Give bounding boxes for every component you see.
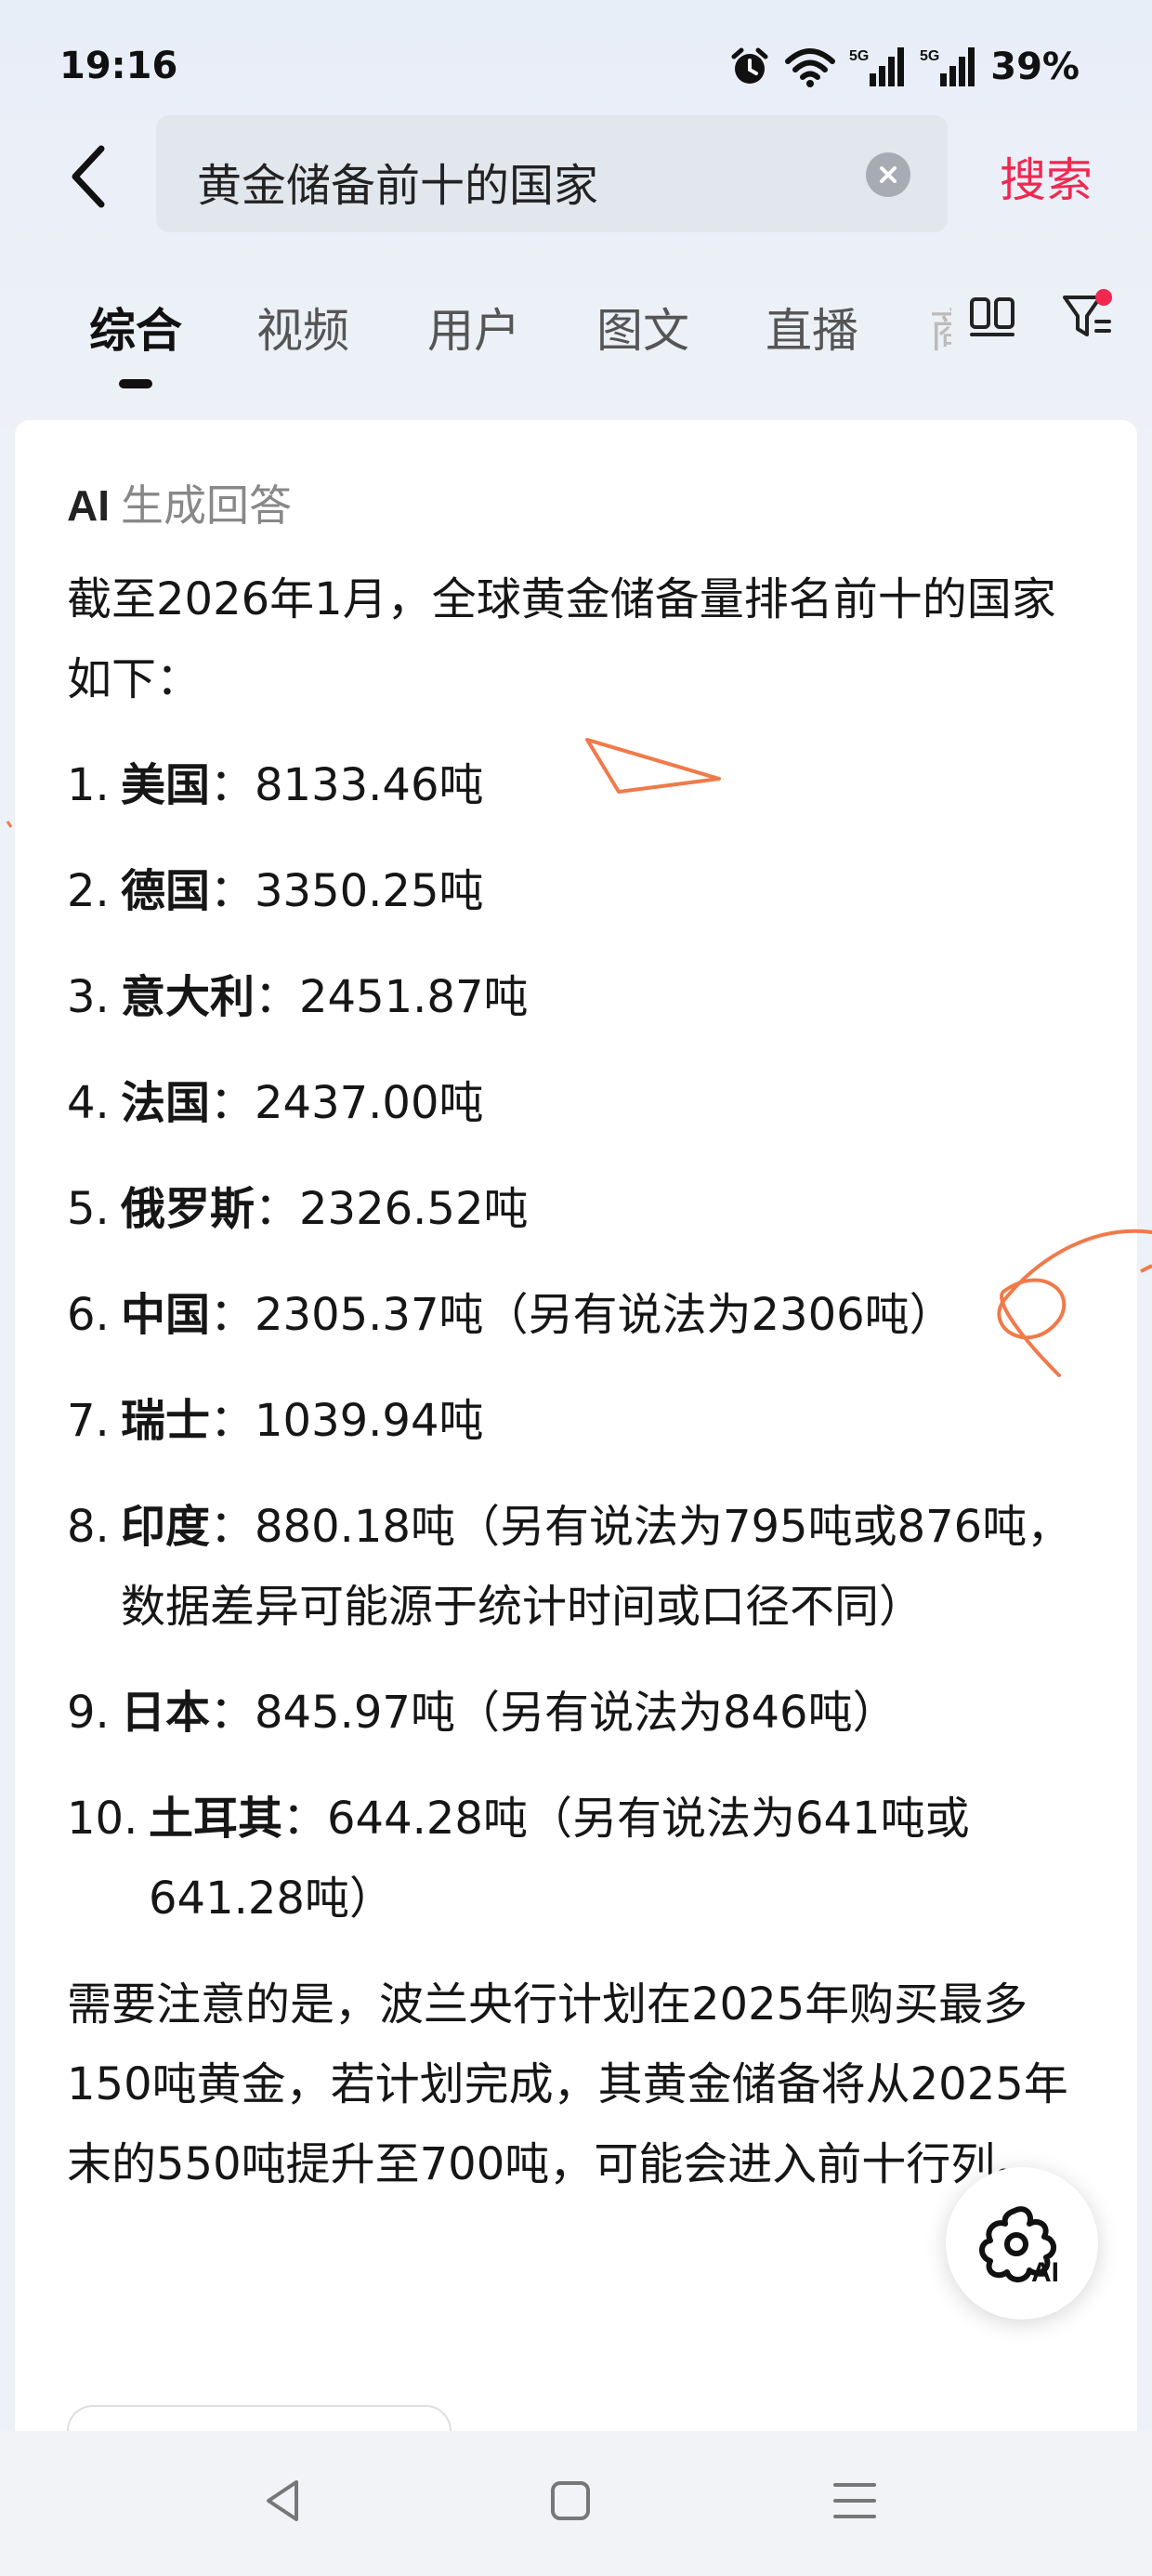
rank-number: 7. xyxy=(67,1395,110,1447)
reserve-detail: ：880.18吨（另有说法为795吨或876吨，数据差异可能源于统计时间或口径不… xyxy=(121,1501,1072,1633)
ai-answer-content: 截至2026年1月，全球黄金储备量排名前十的国家如下： 1. 美国：8133.46… xyxy=(67,559,1089,2204)
country-name: 瑞士 xyxy=(121,1395,211,1447)
rank-number: 10. xyxy=(67,1793,138,1845)
ai-assistant-icon: AI xyxy=(979,2206,1059,2285)
nav-menu-icon xyxy=(833,2483,876,2518)
country-name: 德国 xyxy=(121,865,211,917)
svg-text:5G: 5G xyxy=(920,48,939,64)
nav-back-icon xyxy=(267,2480,298,2521)
answer-intro: 截至2026年1月，全球黄金储备量排名前十的国家如下： xyxy=(67,573,1056,705)
svg-text:AI: AI xyxy=(1031,2257,1059,2285)
list-item: 4. 法国：2437.00吨 xyxy=(67,1063,1089,1143)
tab-video[interactable]: 视频 xyxy=(256,294,349,361)
nav-back-button[interactable] xyxy=(245,2468,320,2533)
back-button[interactable] xyxy=(56,139,121,214)
rank-number: 4. xyxy=(67,1077,110,1129)
reserve-detail: ：1039.94吨 xyxy=(210,1395,484,1447)
answer-note: 需要注意的是，波兰央行计划在2025年购买最多150吨黄金，若计划完成，其黄金储… xyxy=(67,1978,1068,2190)
country-name: 印度 xyxy=(121,1501,211,1553)
search-input[interactable]: 黄金储备前十的国家 xyxy=(156,115,948,232)
reserve-detail: ：2437.00吨 xyxy=(210,1077,484,1129)
nav-menu-button[interactable] xyxy=(818,2468,892,2533)
country-name: 意大利 xyxy=(121,971,255,1023)
nav-home-button[interactable] xyxy=(533,2468,608,2533)
country-name: 土耳其 xyxy=(149,1793,283,1845)
reserve-detail: ：845.97吨（另有说法为846吨） xyxy=(210,1687,897,1739)
country-name: 美国 xyxy=(121,759,211,811)
alarm-icon xyxy=(731,47,768,84)
list-item: 2. 德国：3350.25吨 xyxy=(67,851,1089,931)
rank-number: 8. xyxy=(67,1501,110,1553)
clear-icon xyxy=(880,166,897,183)
status-time: 19:16 xyxy=(59,45,178,87)
list-item: 10. 土耳其：644.28吨（另有说法为641吨或641.28吨） xyxy=(67,1779,1089,1939)
list-item: 1. 美国：8133.46吨 xyxy=(67,745,1089,825)
list-item: 9. 日本：845.97吨（另有说法为846吨） xyxy=(67,1673,1089,1753)
filter-icon[interactable] xyxy=(1059,288,1115,344)
tab-users[interactable]: 用户 xyxy=(427,294,520,361)
nav-home-icon xyxy=(551,2481,590,2520)
rank-number: 1. xyxy=(67,759,110,811)
reserve-detail: ：2451.87吨 xyxy=(255,971,529,1023)
list-item: 3. 意大利：2451.87吨 xyxy=(67,957,1089,1037)
country-name: 中国 xyxy=(121,1289,211,1341)
country-name: 俄罗斯 xyxy=(121,1183,255,1235)
active-tab-indicator xyxy=(119,379,152,388)
list-item: 7. 瑞士：1039.94吨 xyxy=(67,1381,1089,1461)
rank-number: 3. xyxy=(67,971,110,1023)
country-name: 法国 xyxy=(121,1077,211,1129)
tab-all[interactable]: 综合 xyxy=(89,294,182,361)
search-button[interactable]: 搜索 xyxy=(1000,143,1093,210)
search-query: 黄金储备前十的国家 xyxy=(197,160,599,212)
system-nav-bar xyxy=(0,2431,1152,2576)
svg-text:5G: 5G xyxy=(849,48,869,64)
reserve-detail: ：3350.25吨 xyxy=(210,865,484,917)
wifi-icon xyxy=(785,48,836,87)
rank-number: 6. xyxy=(67,1289,110,1341)
list-item: 8. 印度：880.18吨（另有说法为795吨或876吨，数据差异可能源于统计时间… xyxy=(67,1487,1089,1647)
back-arrow-icon xyxy=(72,145,105,208)
country-name: 日本 xyxy=(121,1687,211,1739)
ai-assistant-button[interactable]: AI xyxy=(946,2167,1098,2320)
clear-button[interactable] xyxy=(866,152,910,197)
ai-answer-header: AI 生成回答 xyxy=(67,472,292,533)
list-item: 6. 中国：2305.37吨（另有说法为2306吨） xyxy=(67,1275,1089,1355)
rank-number: 5. xyxy=(67,1183,110,1235)
signal-icon: 5G xyxy=(849,47,905,86)
tab-image-text[interactable]: 图文 xyxy=(596,294,689,361)
ranking-list: 1. 美国：8133.46吨 2. 德国：3350.25吨 3. 意大利：2451.8… xyxy=(67,745,1089,1939)
reserve-detail: ：2326.52吨 xyxy=(255,1183,529,1235)
reserve-detail: ：2305.37吨（另有说法为2306吨） xyxy=(210,1289,954,1341)
status-icons: 5G 5G 39% xyxy=(728,43,1080,91)
layout-icon[interactable] xyxy=(968,294,1016,340)
rank-number: 2. xyxy=(67,865,110,917)
ai-badge: AI xyxy=(67,481,110,530)
annotation-stroke xyxy=(1140,1264,1152,1273)
reserve-detail: ：8133.46吨 xyxy=(210,759,484,811)
signal-icon: 5G xyxy=(920,47,975,86)
rank-number: 9. xyxy=(67,1687,110,1739)
battery-level: 39% xyxy=(990,46,1080,88)
ai-answer-label: 生成回答 xyxy=(121,480,292,531)
annotation-dot xyxy=(6,821,13,828)
tab-partial[interactable]: 商 xyxy=(929,294,951,361)
list-item: 5. 俄罗斯：2326.52吨 xyxy=(67,1169,1089,1249)
tab-live[interactable]: 直播 xyxy=(766,294,858,361)
